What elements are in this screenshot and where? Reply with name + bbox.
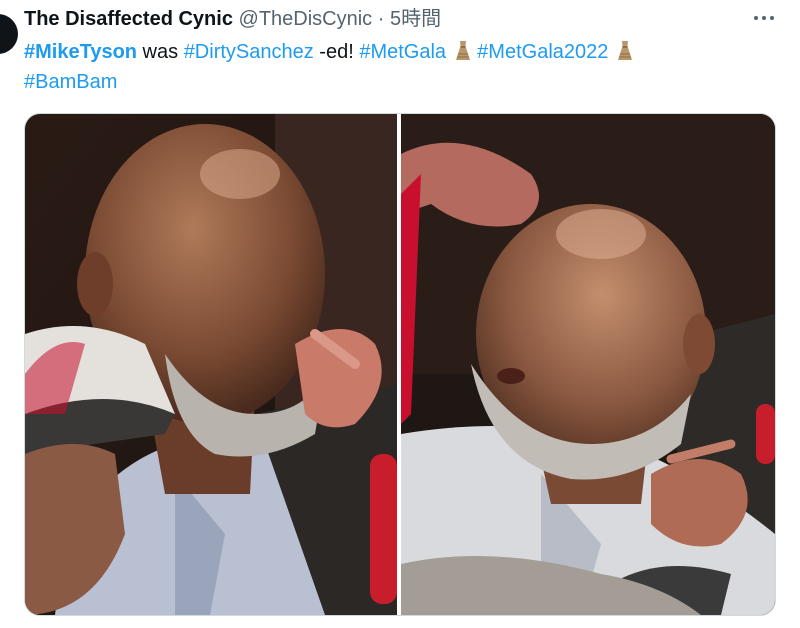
more-options-icon[interactable] — [752, 14, 776, 22]
tweet-header: The Disaffected Cynic @TheDisCynic · 5時間 — [24, 8, 760, 30]
photo-left[interactable] — [25, 114, 397, 615]
hashtag-dirty-sanchez[interactable]: #DirtySanchez — [184, 41, 314, 63]
hashtag-mike-tyson[interactable]: #MikeTyson — [24, 41, 137, 63]
dress-emoji-icon — [455, 41, 470, 60]
media-grid — [24, 113, 776, 616]
photo-left-image — [25, 114, 397, 615]
avatar[interactable] — [0, 14, 18, 54]
hashtag-bam-bam[interactable]: #BamBam — [24, 71, 117, 93]
tweet-card[interactable]: The Disaffected Cynic @TheDisCynic · 5時間… — [0, 0, 800, 628]
dress-emoji-icon — [617, 41, 632, 60]
hashtag-met-gala[interactable]: #MetGala — [359, 41, 446, 63]
tweet-text: #MikeTyson was #DirtySanchez -ed! #MetGa… — [24, 37, 764, 97]
text-was: was — [137, 41, 184, 63]
hashtag-met-gala-2022[interactable]: #MetGala2022 — [477, 41, 608, 63]
header-separator: · — [377, 8, 385, 30]
author-display-name[interactable]: The Disaffected Cynic — [24, 8, 233, 30]
tweet-timestamp[interactable]: 5時間 — [390, 8, 441, 30]
author-handle[interactable]: @TheDisCynic — [239, 8, 373, 30]
photo-right-image — [401, 114, 775, 615]
text-ed: -ed! — [313, 41, 360, 63]
photo-right[interactable] — [401, 114, 775, 615]
